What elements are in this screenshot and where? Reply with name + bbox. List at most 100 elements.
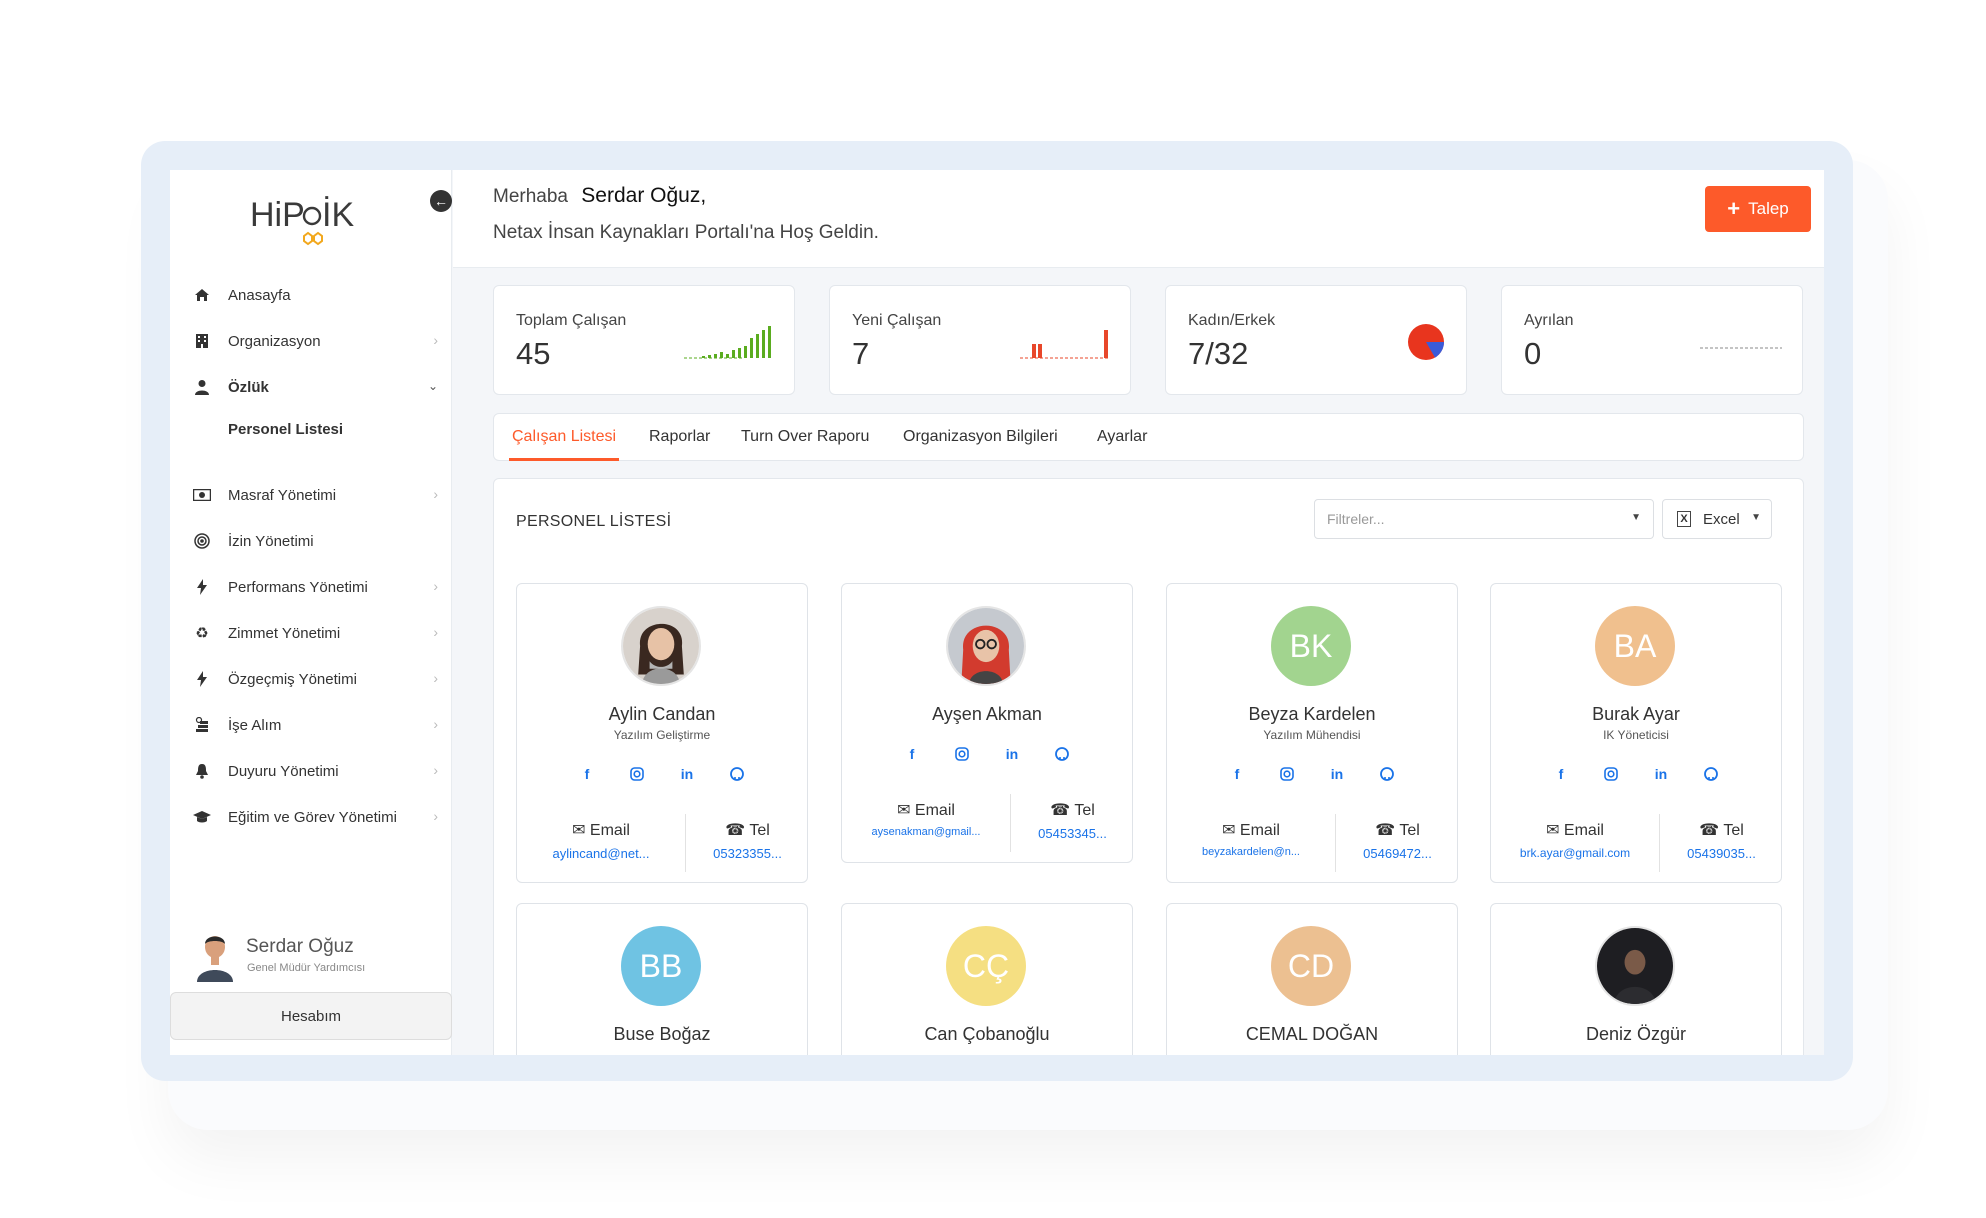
phone-column[interactable]: ☎ Tel 05323355... [685, 814, 809, 872]
employee-title: IK Yöneticisi [1603, 728, 1669, 742]
phone-column[interactable]: ☎ Tel 05469472... [1335, 814, 1459, 872]
request-button[interactable]: + Talep [1705, 186, 1811, 232]
greeting-line: Merhaba Serdar Oğuz, [493, 184, 706, 208]
github-icon[interactable] [1703, 766, 1719, 782]
sidebar-item-performans[interactable]: Performans Yönetimi › [170, 564, 452, 610]
envelope-icon: ✉ [1546, 822, 1560, 839]
sidebar-item-egitim[interactable]: Eğitim ve Görev Yönetimi › [170, 794, 452, 840]
employee-name: Ayşen Akman [932, 704, 1042, 724]
sidebar-item-organizasyon[interactable]: Organizasyon › [170, 318, 452, 364]
sidebar-item-zimmet[interactable]: ♻ Zimmet Yönetimi › [170, 610, 452, 656]
app-logo[interactable]: HiP İK [250, 184, 370, 246]
email-column[interactable]: ✉ Email beyzakardelen@n... [1167, 814, 1335, 872]
linkedin-icon[interactable]: in [1329, 766, 1345, 782]
github-icon[interactable] [1379, 766, 1395, 782]
stat-card-gender-ratio: Kadın/Erkek 7/32 [1165, 285, 1467, 395]
chevron-right-icon: › [433, 624, 438, 640]
sidebar-item-label: İzin Yönetimi [228, 532, 314, 550]
employee-phone[interactable]: 05453345... [1011, 826, 1134, 841]
employee-card[interactable]: Aylin Candan Yazılım Geliştirme f in ✉ E… [516, 583, 808, 883]
sidebar-item-ozgecmis[interactable]: Özgeçmiş Yönetimi › [170, 656, 452, 702]
sidebar-item-anasayfa[interactable]: Anasayfa [170, 272, 452, 318]
employee-name: CEMAL DOĞAN [1245, 1024, 1379, 1044]
facebook-icon[interactable]: f [1229, 766, 1245, 782]
employee-title: Yazılım Mühendisi [1263, 728, 1361, 742]
instagram-icon[interactable] [1603, 766, 1619, 782]
employee-card[interactable]: CÇ Can Çobanoğlu [841, 903, 1133, 1055]
email-column[interactable]: ✉ Email brk.ayar@gmail.com [1491, 814, 1659, 872]
sidebar-item-duyuru[interactable]: Duyuru Yönetimi › [170, 748, 452, 794]
employee-card[interactable]: Deniz Özgür [1490, 903, 1782, 1055]
bolt-icon [192, 577, 212, 597]
phone-icon: ☎ [1050, 802, 1071, 819]
sidebar-collapse-button[interactable]: ← [430, 190, 452, 212]
employee-name: Deniz Özgür [1585, 1024, 1687, 1044]
stat-value: 45 [516, 336, 551, 371]
sidebar-item-ise-alim[interactable]: İşe Alım › [170, 702, 452, 748]
employee-phone[interactable]: 05439035... [1660, 846, 1783, 861]
employee-name: Can Çobanoğlu [924, 1024, 1050, 1044]
account-button[interactable]: Hesabım [170, 992, 452, 1040]
employee-phone[interactable]: 05323355... [686, 846, 809, 861]
linkedin-icon[interactable]: in [1653, 766, 1669, 782]
facebook-icon[interactable]: f [1553, 766, 1569, 782]
tel-label: Tel [1399, 822, 1420, 839]
github-icon[interactable] [729, 766, 745, 782]
home-icon [192, 285, 212, 305]
employee-email[interactable]: beyzakardelen@n... [1167, 846, 1335, 858]
employee-card[interactable]: CD CEMAL DOĞAN [1166, 903, 1458, 1055]
tab-turn-over-raporu[interactable]: Turn Over Raporu [741, 428, 869, 446]
tab-organizasyon-bilgileri[interactable]: Organizasyon Bilgileri [903, 428, 1058, 446]
stat-value: 7/32 [1188, 336, 1249, 371]
tab-ayarlar[interactable]: Ayarlar [1097, 428, 1147, 446]
tab-raporlar[interactable]: Raporlar [649, 428, 710, 446]
employee-avatar: BA [1595, 606, 1675, 686]
phone-column[interactable]: ☎ Tel 05453345... [1010, 794, 1134, 852]
facebook-icon[interactable]: f [579, 766, 595, 782]
email-column[interactable]: ✉ Email aysenakman@gmail... [842, 794, 1010, 852]
email-column[interactable]: ✉ Email aylincand@net... [517, 814, 685, 872]
employee-email[interactable]: brk.ayar@gmail.com [1491, 846, 1659, 860]
hipoik-logo-icon: HiP İK [250, 196, 354, 246]
sidebar-item-ozluk[interactable]: Özlük ⌄ [170, 364, 452, 410]
sidebar-subitem-personel-listesi[interactable]: Personel Listesi [170, 410, 452, 448]
employee-email[interactable]: aysenakman@gmail... [842, 826, 1010, 838]
instagram-icon[interactable] [1279, 766, 1295, 782]
employee-card[interactable]: Ayşen Akman f in ✉ Email aysenakman@gmai… [841, 583, 1133, 863]
employee-phone[interactable]: 05469472... [1336, 846, 1459, 861]
filter-placeholder: Filtreler... [1327, 511, 1385, 527]
filter-select[interactable]: Filtreler... ▼ [1314, 499, 1654, 539]
envelope-icon: ✉ [897, 802, 911, 819]
instagram-icon[interactable] [954, 746, 970, 762]
excel-label: Excel [1703, 510, 1740, 528]
phone-column[interactable]: ☎ Tel 05439035... [1659, 814, 1783, 872]
greeting-text: Merhaba [493, 186, 568, 207]
employee-email[interactable]: aylincand@net... [517, 846, 685, 861]
linkedin-icon[interactable]: in [679, 766, 695, 782]
tel-label: Tel [749, 822, 770, 839]
employee-avatar: CÇ [946, 926, 1026, 1006]
employee-card[interactable]: BK Beyza Kardelen Yazılım Mühendisi f in… [1166, 583, 1458, 883]
email-label: Email [914, 802, 955, 819]
linkedin-icon[interactable]: in [1004, 746, 1020, 762]
sidebar-item-label: Masraf Yönetimi [228, 486, 337, 504]
sidebar-item-label: Özgeçmiş Yönetimi [228, 670, 357, 688]
stat-value: 7 [852, 336, 870, 371]
total-employees-sparkline [684, 326, 771, 359]
employee-card[interactable]: BA Burak Ayar IK Yöneticisi f in ✉ Email… [1490, 583, 1782, 883]
sidebar-item-izin[interactable]: İzin Yönetimi [170, 518, 452, 564]
new-employees-sparkline [1020, 330, 1108, 359]
sidebar: HiP İK ← Anasayfa Organizasyon › Özlük ⌄… [170, 170, 452, 1055]
sidebar-item-masraf[interactable]: Masraf Yönetimi › [170, 472, 452, 518]
instagram-icon[interactable] [629, 766, 645, 782]
email-label: Email [1239, 822, 1280, 839]
employee-card[interactable]: BB Buse Boğaz [516, 903, 808, 1055]
tab-bar: Çalışan Listesi Raporlar Turn Over Rapor… [493, 413, 1804, 461]
tel-label: Tel [1074, 802, 1095, 819]
employee-contact: ✉ Email brk.ayar@gmail.com ☎ Tel 0543903… [1491, 814, 1781, 872]
tab-calisan-listesi[interactable]: Çalışan Listesi [512, 428, 616, 446]
facebook-icon[interactable]: f [904, 746, 920, 762]
excel-export-button[interactable]: X Excel ▼ [1662, 499, 1772, 539]
github-icon[interactable] [1054, 746, 1070, 762]
personnel-list-panel: PERSONEL LİSTESİ Filtreler... ▼ X Excel … [493, 478, 1804, 1055]
